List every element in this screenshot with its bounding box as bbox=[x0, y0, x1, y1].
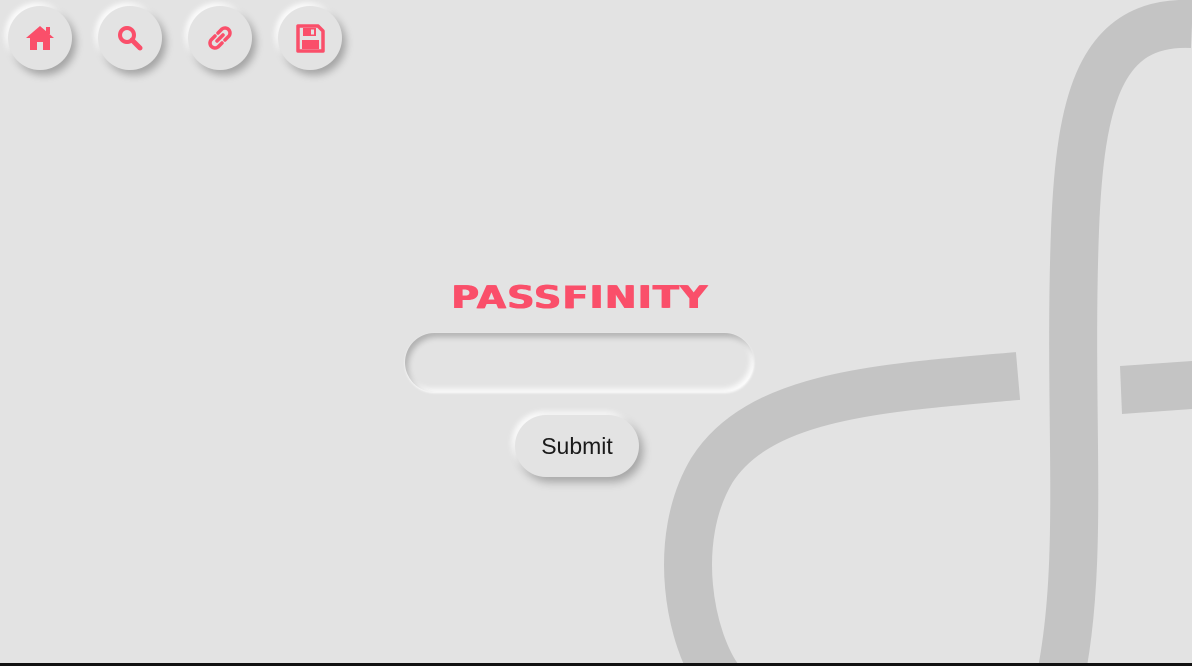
top-nav bbox=[8, 6, 342, 70]
link-icon bbox=[208, 26, 232, 50]
search-button[interactable] bbox=[98, 6, 162, 70]
page: PASSFINITY Submit bbox=[0, 0, 1192, 666]
home-icon bbox=[26, 26, 54, 50]
brand-title: PASSFINITY bbox=[451, 280, 709, 316]
submit-button[interactable]: Submit bbox=[515, 415, 639, 477]
password-input[interactable] bbox=[405, 333, 754, 392]
save-icon bbox=[296, 24, 325, 53]
link-button[interactable] bbox=[188, 6, 252, 70]
search-icon bbox=[118, 26, 143, 51]
save-button[interactable] bbox=[278, 6, 342, 70]
password-field-wrapper bbox=[405, 333, 754, 392]
home-button[interactable] bbox=[8, 6, 72, 70]
